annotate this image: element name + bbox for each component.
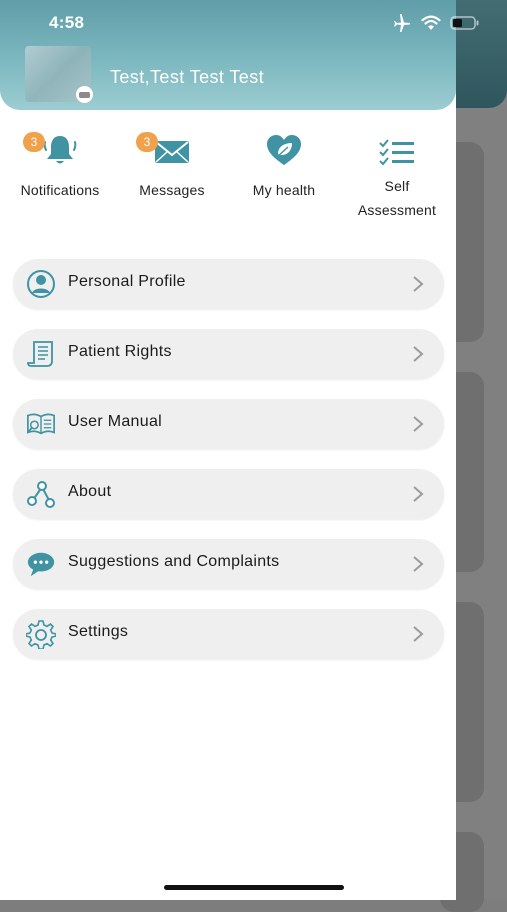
notifications-count-badge: 3: [23, 132, 45, 152]
quick-action-label: Notifications: [20, 182, 100, 198]
menu-item-label: Suggestions and Complaints: [68, 553, 280, 570]
wifi-icon: [421, 15, 441, 30]
chevron-right-icon: [413, 276, 424, 292]
bell-icon: [43, 136, 77, 164]
chevron-right-icon: [413, 346, 424, 362]
menu-item-personal-profile[interactable]: Personal Profile: [13, 259, 444, 309]
menu-item-label: Personal Profile: [68, 273, 186, 290]
menu-item-label: About: [68, 483, 112, 500]
chevron-right-icon: [413, 626, 424, 642]
quick-action-notifications[interactable]: 3 Notifications: [5, 132, 115, 202]
menu-item-label: Patient Rights: [68, 343, 172, 360]
menu-item-about[interactable]: About: [13, 469, 444, 519]
quick-action-my-health[interactable]: My health: [229, 132, 339, 202]
menu-item-suggestions-complaints[interactable]: Suggestions and Complaints: [13, 539, 444, 589]
quick-action-label-line1: Self: [384, 178, 410, 194]
person-icon: [27, 270, 55, 298]
heart-leaf-icon: [267, 135, 301, 165]
chevron-right-icon: [413, 416, 424, 432]
quick-action-self-assessment[interactable]: Self Assessment: [342, 138, 452, 222]
menu-item-settings[interactable]: Settings: [13, 609, 444, 659]
chevron-right-icon: [413, 556, 424, 572]
quick-action-messages[interactable]: 3 Messages: [117, 132, 227, 202]
quick-action-label: My health: [252, 182, 316, 198]
checklist-icon: [379, 139, 414, 166]
avatar-edit-badge[interactable]: [76, 86, 93, 103]
menu-item-label: Settings: [68, 623, 129, 640]
airplane-icon: [394, 14, 410, 32]
menu-item-label: User Manual: [68, 413, 163, 430]
book-icon: [27, 413, 55, 435]
home-indicator[interactable]: [164, 885, 344, 890]
battery-icon: [450, 16, 479, 30]
chevron-right-icon: [413, 486, 424, 502]
user-name: Test,Test Test Test: [110, 67, 264, 87]
menu-item-user-manual[interactable]: User Manual: [13, 399, 444, 449]
envelope-icon: [155, 141, 189, 163]
quick-action-label: Messages: [139, 182, 205, 198]
status-time: 4:58: [49, 13, 85, 32]
chat-bubble-icon: [27, 552, 55, 577]
messages-count-badge: 3: [136, 132, 158, 152]
side-drawer: Test,Test Test Test 3 Notifications 3 Me…: [0, 0, 456, 900]
gear-icon: [26, 620, 56, 649]
status-bar: 4:58: [0, 0, 507, 46]
share-nodes-icon: [27, 481, 55, 508]
menu-item-patient-rights[interactable]: Patient Rights: [13, 329, 444, 379]
quick-action-label-line2: Assessment: [357, 202, 437, 218]
scroll-icon: [27, 341, 53, 367]
